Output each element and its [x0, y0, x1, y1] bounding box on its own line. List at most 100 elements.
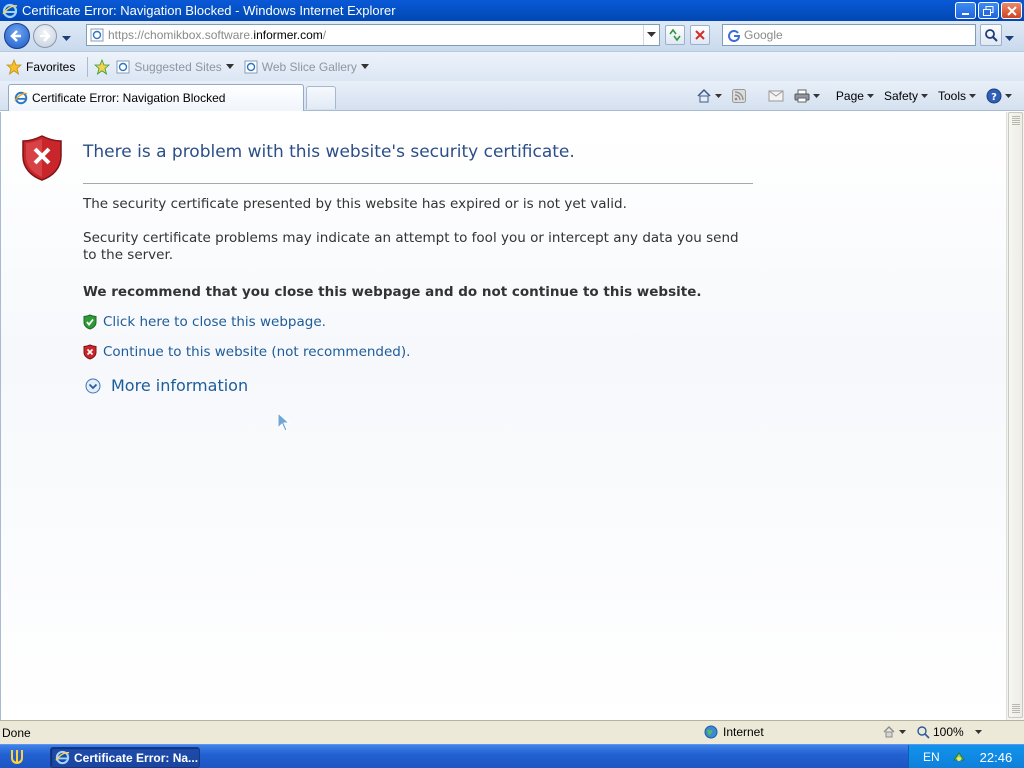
more-information-toggle[interactable]: More information: [85, 376, 248, 395]
clock[interactable]: 22:46: [980, 750, 1013, 765]
feeds-button[interactable]: [728, 89, 750, 103]
close-button[interactable]: [1001, 2, 1022, 19]
more-information-link[interactable]: More information: [111, 376, 248, 395]
mouse-cursor-icon: [277, 412, 291, 432]
recent-pages-dropdown[interactable]: [62, 31, 71, 45]
taskbar: Certificate Error: Na... EN 22:46: [0, 744, 1024, 768]
chevron-down-icon: [920, 93, 928, 98]
expand-chevron-icon: [85, 378, 101, 393]
status-right-area: 100%: [882, 725, 982, 739]
protected-mode-button[interactable]: [882, 725, 906, 739]
chevron-down-icon: [225, 64, 234, 69]
home-button[interactable]: [692, 88, 726, 104]
system-tray: EN 22:46: [908, 745, 1024, 768]
error-warning: Security certificate problems may indica…: [83, 230, 739, 263]
navigation-bar: https://chomikbox.software.informer.com/…: [0, 21, 1024, 51]
scroll-grip: [1012, 704, 1020, 714]
forward-button[interactable]: [33, 24, 57, 48]
fav-item-label: Suggested Sites: [134, 59, 222, 74]
chevron-down-icon: [899, 729, 906, 734]
chevron-down-icon: [360, 64, 369, 69]
help-menu[interactable]: ?: [982, 88, 1016, 104]
page-menu-label: Page: [835, 89, 864, 103]
favorites-label: Favorites: [26, 59, 76, 74]
address-bar[interactable]: https://chomikbox.software.informer.com/: [86, 24, 660, 46]
chevron-down-icon: [812, 93, 820, 98]
network-tray-icon[interactable]: [952, 750, 966, 764]
security-zone[interactable]: Internet: [704, 725, 764, 739]
recommendation-text: We recommend that you close this webpage…: [83, 284, 702, 300]
safety-menu[interactable]: Safety: [880, 89, 932, 103]
chevron-down-icon: [62, 36, 71, 41]
scroll-grip: [1012, 116, 1020, 126]
separator: [87, 56, 89, 77]
tab-label: Certificate Error: Navigation Blocked: [32, 91, 226, 105]
error-title: There is a problem with this website's s…: [83, 142, 575, 162]
restore-button[interactable]: [978, 2, 999, 19]
forward-arrow-icon: [40, 30, 51, 42]
ie-page-icon: [244, 60, 258, 73]
address-dropdown[interactable]: [643, 25, 659, 45]
title-bar: Certificate Error: Navigation Blocked - …: [0, 0, 1024, 21]
tools-menu-label: Tools: [937, 89, 966, 103]
mail-icon: [768, 90, 784, 102]
refresh-button[interactable]: [665, 25, 685, 45]
continue-website-row[interactable]: Continue to this website (not recommende…: [83, 344, 410, 360]
print-button[interactable]: [790, 88, 824, 104]
vertical-scrollbar[interactable]: [1006, 112, 1024, 720]
url-text: https://chomikbox.software.informer.com/: [108, 28, 327, 42]
add-to-favorites-bar-button[interactable]: [94, 58, 111, 75]
chevron-down-icon: [969, 93, 976, 98]
search-placeholder: Google: [744, 28, 783, 42]
add-favorite-star-icon: [94, 58, 111, 75]
start-trident-icon[interactable]: [8, 748, 26, 766]
tools-menu[interactable]: Tools: [934, 89, 980, 103]
language-indicator[interactable]: EN: [923, 750, 940, 764]
new-tab-button[interactable]: [306, 86, 336, 109]
chevron-down-icon: [714, 93, 722, 98]
protected-mode-icon: [883, 726, 895, 738]
read-mail-button[interactable]: [764, 90, 788, 102]
error-description: The security certificate presented by th…: [83, 196, 627, 212]
page-menu[interactable]: Page: [832, 89, 878, 103]
star-icon: [6, 58, 22, 75]
search-options-dropdown[interactable]: [1005, 31, 1014, 45]
chevron-down-icon: [866, 93, 874, 98]
green-shield-check-icon: [83, 314, 97, 330]
zoom-icon: [917, 726, 930, 739]
tab-certificate-error[interactable]: Certificate Error: Navigation Blocked: [8, 84, 304, 111]
close-webpage-link[interactable]: Click here to close this webpage.: [103, 314, 326, 330]
close-webpage-row[interactable]: Click here to close this webpage.: [83, 314, 326, 330]
refresh-icon: [669, 28, 681, 42]
stop-button[interactable]: [690, 25, 710, 45]
printer-icon: [794, 89, 810, 103]
ie-page-icon: [90, 28, 104, 42]
taskbar-button-label: Certificate Error: Na...: [74, 750, 199, 765]
fav-item-suggested-sites[interactable]: Suggested Sites: [116, 59, 234, 74]
url-domain: informer.com: [253, 28, 323, 42]
back-button[interactable]: [4, 23, 30, 49]
chevron-down-icon: [1005, 93, 1012, 98]
ie-page-icon: [116, 60, 130, 73]
home-icon: [697, 88, 711, 103]
restore-icon: [983, 5, 994, 16]
ie-logo-icon: [2, 3, 18, 18]
minimize-button[interactable]: [955, 2, 976, 19]
search-button[interactable]: [980, 24, 1002, 46]
back-arrow-icon: [10, 30, 21, 42]
favorites-button[interactable]: Favorites: [6, 58, 76, 75]
fav-item-web-slice-gallery[interactable]: Web Slice Gallery: [244, 60, 369, 74]
red-shield-x-icon: [83, 344, 97, 360]
command-bar: Page Safety Tools ?: [692, 85, 1016, 107]
search-box[interactable]: Google: [722, 24, 976, 46]
continue-website-link[interactable]: Continue to this website (not recommende…: [103, 344, 410, 360]
ie-logo-icon: [55, 750, 70, 765]
zoom-button[interactable]: 100%: [916, 725, 982, 739]
svg-text:?: ?: [991, 92, 997, 103]
scrollbar-thumb[interactable]: [1008, 112, 1023, 718]
security-error-shield-icon: [22, 135, 62, 181]
status-text: Done: [2, 725, 31, 740]
fav-item-label: Web Slice Gallery: [261, 59, 357, 74]
taskbar-button-ie[interactable]: Certificate Error: Na...: [50, 747, 200, 768]
favorites-bar: Favorites Suggested Sites Web Slice Gall…: [0, 51, 1024, 81]
